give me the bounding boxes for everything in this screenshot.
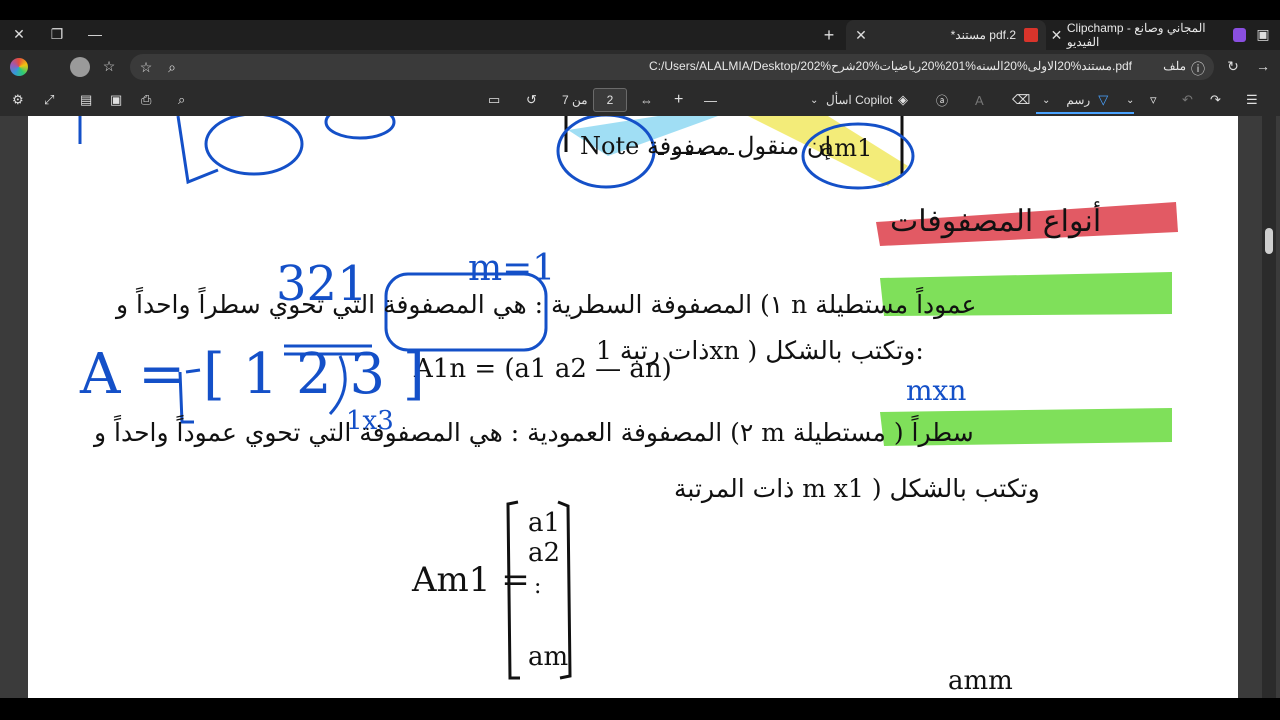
- print-icon[interactable]: ⎙: [141, 90, 151, 110]
- file-label: ملف: [1163, 59, 1186, 73]
- new-tab-button[interactable]: +: [820, 25, 838, 46]
- copilot-icon[interactable]: ◈: [898, 90, 908, 110]
- zoom-page-icon[interactable]: ⌕: [164, 59, 180, 76]
- profile-avatar[interactable]: [70, 57, 90, 77]
- page-of-label: من 7: [562, 93, 588, 107]
- matrix-element: a1: [528, 508, 561, 538]
- page-view-icon[interactable]: ▭: [488, 90, 500, 110]
- redo-icon[interactable]: ↷: [1210, 90, 1221, 110]
- tab-title: Clipchamp - المجاني وصانع الفيديو: [1066, 21, 1206, 49]
- refresh-icon[interactable]: ↻: [1224, 58, 1242, 75]
- fit-width-icon[interactable]: ⇔: [640, 90, 653, 110]
- undo-icon[interactable]: ↶: [1182, 90, 1193, 110]
- chevron-down-icon[interactable]: ⌄: [810, 90, 818, 110]
- column-matrix-order: ذات المرتبة m x1 ) وتكتب بالشكل: [674, 474, 1040, 503]
- forward-icon[interactable]: →: [1254, 58, 1272, 74]
- eraser-icon[interactable]: ⌫: [1012, 90, 1030, 110]
- matrix-element: :: [534, 574, 542, 599]
- zoom-out-button[interactable]: —: [704, 90, 717, 110]
- chevron-down-icon[interactable]: ⌄: [1126, 90, 1134, 110]
- text-icon[interactable]: A: [975, 90, 984, 110]
- column-matrix-definition: ٢) المصفوفة العمودية : هي المصفوفة التي …: [94, 418, 974, 447]
- highlight-icon[interactable]: ▿: [1150, 90, 1157, 110]
- draw-button[interactable]: ⌄ رسم ▽: [1036, 88, 1134, 114]
- close-tab-icon[interactable]: ✕: [1050, 27, 1063, 44]
- minimize-icon[interactable]: —: [86, 26, 104, 42]
- favorites-icon[interactable]: ☆: [100, 58, 118, 75]
- copilot-icon[interactable]: [10, 58, 28, 76]
- matrix-element: Note إن منقول مصفوفة: [580, 132, 832, 160]
- matrix-element: am1: [820, 134, 873, 162]
- save-icon[interactable]: ▣: [110, 90, 122, 110]
- row-matrix-formula: A1n = (a1 a2 — an): [414, 354, 672, 384]
- pen-icon: ▽: [1098, 92, 1109, 107]
- pdf-page[interactable]: Note إن منقول مصفوفة am1 أنواع المصفوفات…: [28, 116, 1238, 698]
- close-tab-icon[interactable]: ✕: [854, 27, 868, 44]
- matrix-element: a2: [528, 538, 561, 568]
- more-menu-icon[interactable]: ☰: [1246, 90, 1258, 110]
- copilot-label[interactable]: اسأل Copilot: [826, 90, 892, 110]
- bottom-frame: [0, 698, 1280, 720]
- pdf-toolbar: ⚙ ⤢ ▤ ▣ ⎙ ⌕ ▭ ↺ من 7 2 ⇔ + — ⌄ اسأل Copi…: [0, 84, 1280, 117]
- save-as-icon[interactable]: ▤: [80, 90, 92, 110]
- clipchamp-icon: [1233, 28, 1247, 42]
- zoom-in-button[interactable]: +: [674, 90, 683, 110]
- scrollbar[interactable]: [1262, 116, 1276, 698]
- tab-bar: ✕ ❐ — + ✕ *مستند pdf.2 ✕ Clipchamp - الم…: [0, 20, 1280, 50]
- scrollbar-thumb[interactable]: [1265, 228, 1273, 254]
- favorite-star-icon[interactable]: ☆: [138, 59, 154, 76]
- pdf-icon: [1024, 28, 1038, 42]
- row-matrix-definition: ١) المصفوفة السطرية : هي المصفوفة التي ت…: [116, 290, 977, 319]
- page-number-input[interactable]: 2: [593, 88, 627, 112]
- annotation-m-equals-1: m=1: [468, 248, 556, 289]
- chevron-down-icon: ⌄: [1042, 94, 1051, 106]
- read-aloud-icon[interactable]: ⓐ: [936, 90, 948, 110]
- note-text: amm: [948, 666, 1013, 696]
- draw-label: رسم: [1066, 93, 1091, 107]
- settings-icon[interactable]: ⚙: [12, 90, 24, 110]
- tab-clipchamp[interactable]: ✕ Clipchamp - المجاني وصانع الفيديو: [1046, 20, 1247, 50]
- tab-title: *مستند pdf.2: [950, 28, 1016, 42]
- search-icon[interactable]: ⌕: [178, 90, 185, 110]
- section-heading: أنواع المصفوفات: [890, 204, 1102, 239]
- tab-actions-icon[interactable]: ▣: [1254, 26, 1272, 43]
- close-window-icon[interactable]: ✕: [10, 26, 28, 43]
- expand-icon[interactable]: ⤢: [44, 90, 54, 110]
- rotate-icon[interactable]: ↺: [526, 90, 537, 110]
- matrix-element: am: [528, 642, 569, 672]
- url-text: C:/Users/ALALMIA/Desktop/202%مستند%20الا…: [649, 59, 1132, 73]
- annotation-mxn: mxn: [906, 374, 967, 407]
- annotation-column-numbers: 321: [276, 256, 368, 312]
- column-matrix-label: Am1 =: [412, 560, 530, 600]
- example-row-matrix: A = [ 1 2 3 ]: [80, 342, 425, 407]
- url-field[interactable]: ☆ ⌕ C:/Users/ALALMIA/Desktop/202%مستند%2…: [130, 54, 1214, 80]
- info-icon[interactable]: ⓘ: [1190, 59, 1206, 79]
- tab-pdf[interactable]: ✕ *مستند pdf.2: [846, 20, 1046, 50]
- address-bar: ☆ ☆ ⌕ C:/Users/ALALMIA/Desktop/202%مستند…: [0, 50, 1280, 84]
- restore-icon[interactable]: ❐: [48, 26, 66, 43]
